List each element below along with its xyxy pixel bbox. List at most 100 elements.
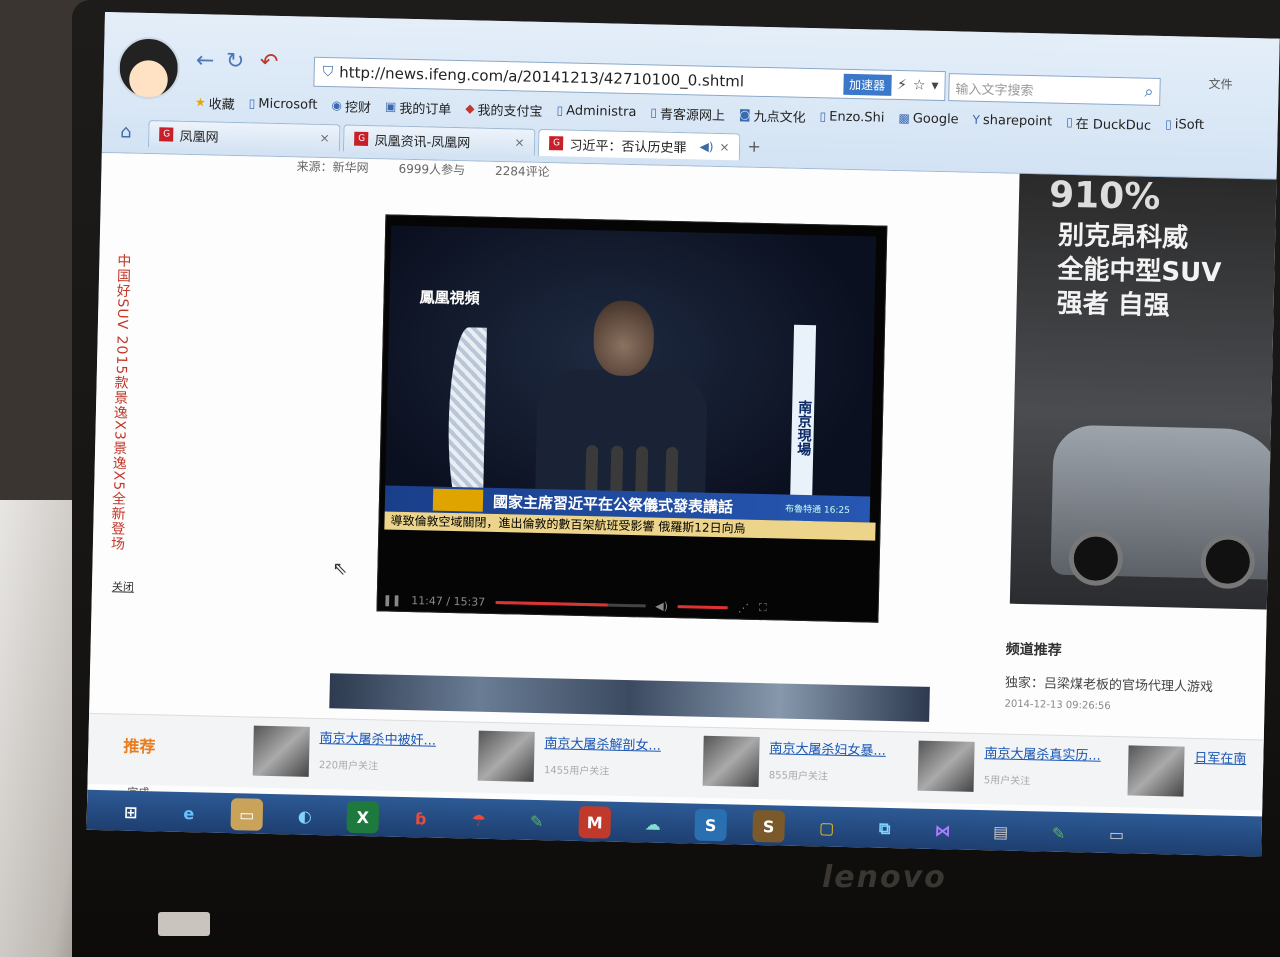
umbrella-icon[interactable]: ☂ bbox=[462, 803, 495, 836]
close-icon[interactable]: × bbox=[319, 131, 329, 145]
excel-icon[interactable]: X bbox=[346, 800, 380, 834]
recommend-item[interactable]: 日军在南 bbox=[1127, 745, 1247, 798]
terminal-icon[interactable]: ▭ bbox=[1100, 818, 1133, 851]
article-source: 来源：新华网 bbox=[296, 159, 369, 176]
alipay-icon: ◆ bbox=[465, 101, 475, 116]
ad-top-text: 910% bbox=[1048, 174, 1161, 218]
bookmark-item[interactable]: ▯ Enzo.Shi bbox=[819, 109, 884, 125]
car-image bbox=[1050, 424, 1280, 590]
close-icon[interactable]: × bbox=[719, 140, 729, 154]
fullscreen-icon[interactable]: ⛶ bbox=[759, 601, 767, 615]
share-icon[interactable]: ⋰ bbox=[738, 601, 749, 614]
channel-recommend-link[interactable]: 独家：吕梁煤老板的官场代理人游戏 bbox=[1005, 672, 1213, 696]
bookmark-item[interactable]: ▩ Google bbox=[898, 111, 959, 127]
recommend-thumb bbox=[702, 735, 760, 788]
location-banner: 南京現場 bbox=[789, 324, 817, 524]
video-player[interactable]: 鳳凰視頻 南京現場 國家主席習近平在公祭儀式發表講話 布魯特通 16:25 導致… bbox=[376, 214, 888, 623]
start-icon[interactable]: ⊞ bbox=[115, 795, 148, 828]
recommend-item[interactable]: 南京大屠杀中被奸... 220用户关注 bbox=[252, 725, 436, 780]
refresh-icon[interactable]: ↻ bbox=[226, 49, 245, 74]
recommend-thumb bbox=[1127, 745, 1185, 797]
bookmark-item[interactable]: ▯ 青客源网上 bbox=[650, 103, 725, 123]
bookmark-item[interactable]: Ysharepoint bbox=[972, 112, 1052, 129]
cmb-icon[interactable]: M bbox=[578, 805, 612, 839]
page-icon: ▯ bbox=[819, 109, 827, 124]
volume-icon[interactable]: ◀) bbox=[655, 599, 668, 612]
pc-icon[interactable]: ▤ bbox=[984, 815, 1017, 848]
buick-ad[interactable]: 910% 别克昂科威 全能中型SUV 强者 自强 bbox=[1009, 173, 1280, 610]
tab-active-article[interactable]: G 习近平：否认历史罪 ◀) × bbox=[538, 128, 741, 161]
bookmark-item[interactable]: ◆ 我的支付宝 bbox=[465, 99, 543, 119]
laptop-hinge bbox=[158, 912, 210, 936]
page-icon: ▯ bbox=[248, 96, 256, 111]
progress-fill bbox=[495, 600, 608, 607]
bookmark-item[interactable]: ◙ 九点文化 bbox=[739, 105, 806, 125]
star-icon[interactable]: ☆ bbox=[913, 77, 926, 93]
file-menu[interactable]: 文件 bbox=[1208, 75, 1232, 93]
url-text[interactable]: http://news.ifeng.com/a/20141213/4271010… bbox=[339, 63, 843, 92]
recommend-item[interactable]: 南京大屠杀妇女暴... 855用户关注 bbox=[702, 735, 886, 790]
video-logo: 鳳凰視頻 bbox=[419, 288, 480, 308]
bookmark-item[interactable]: ▣ 我的订单 bbox=[384, 97, 452, 117]
time-display: 11:47 / 15:37 bbox=[411, 593, 486, 609]
bookmark-item[interactable]: ▯ iSoft bbox=[1165, 117, 1204, 133]
recommend-item[interactable]: 南京大屠杀真实历... 5用户关注 bbox=[917, 740, 1101, 795]
recommend-item[interactable]: 南京大屠杀解剖女... 1455用户关注 bbox=[477, 730, 661, 785]
bookmark-item[interactable]: ◉ 挖财 bbox=[331, 96, 371, 115]
dropdown-icon[interactable]: ▾ bbox=[931, 78, 938, 94]
evernote-icon[interactable]: ✎ bbox=[1042, 816, 1075, 849]
visual-studio-icon[interactable]: ⋈ bbox=[926, 814, 959, 847]
home-icon[interactable]: ⌂ bbox=[120, 121, 132, 142]
folder-icon[interactable]: ▭ bbox=[230, 798, 264, 831]
bookmark-item[interactable]: ★ 收藏 bbox=[194, 93, 235, 112]
bookmark-item[interactable]: ▯ 在 DuckDuc bbox=[1066, 112, 1151, 133]
ie-icon[interactable]: e bbox=[172, 797, 205, 830]
skype-icon[interactable]: S bbox=[694, 808, 728, 842]
wacai-icon: ◉ bbox=[331, 98, 343, 113]
bookmark-item[interactable]: ▯ Microsoft bbox=[248, 96, 318, 112]
network-icon[interactable]: ⧉ bbox=[868, 813, 901, 846]
channel-recommend-date: 2014-12-13 09:26:56 bbox=[1004, 698, 1111, 712]
close-icon[interactable]: × bbox=[514, 135, 524, 149]
audio-icon[interactable]: ◀) bbox=[699, 140, 713, 154]
web-page: 来源：新华网 6999人参与 2284评论 中国好SUV 2015款景逸X3景逸… bbox=[86, 152, 1280, 857]
tab-ifeng-news[interactable]: G 凤凰资讯-凤凰网 × bbox=[343, 124, 536, 156]
accelerator-button[interactable]: 加速器 bbox=[842, 73, 892, 96]
back-icon[interactable]: ← bbox=[196, 48, 215, 73]
search-input[interactable]: 输入文字搜索 bbox=[949, 78, 1144, 101]
lightning-icon[interactable]: ⚡ bbox=[897, 77, 907, 93]
evernote-icon[interactable]: ✎ bbox=[520, 805, 553, 838]
user-avatar[interactable] bbox=[117, 36, 181, 100]
side-ad-text[interactable]: 中国好SUV 2015款景逸X3景逸X5全新登场 bbox=[105, 253, 134, 551]
slides-icon[interactable]: S bbox=[752, 809, 786, 843]
search-icon[interactable]: ⌕ bbox=[1144, 82, 1159, 102]
sharepoint-icon: Y bbox=[972, 112, 981, 127]
browser-icon[interactable]: ◐ bbox=[288, 799, 321, 832]
progress-bar[interactable] bbox=[495, 600, 646, 607]
star-icon: ★ bbox=[194, 95, 206, 110]
lenovo-logo: lenovo bbox=[822, 860, 947, 895]
cloud-icon[interactable]: ☁ bbox=[636, 807, 669, 840]
tab-ifeng[interactable]: G 凤凰网 × bbox=[148, 120, 341, 152]
new-tab-button[interactable]: + bbox=[747, 136, 761, 155]
undo-icon[interactable]: ↶ bbox=[260, 50, 279, 75]
participant-count[interactable]: 6999人参与 bbox=[398, 160, 465, 179]
recommend-thumb bbox=[252, 725, 310, 777]
mouse-cursor-icon: ⇖ bbox=[332, 558, 348, 580]
side-ad-close[interactable]: 关闭 bbox=[112, 578, 134, 594]
browser-chrome: ← ↻ ↶ ⛉ http://news.ifeng.com/a/20141213… bbox=[101, 12, 1280, 180]
order-icon: ▣ bbox=[384, 99, 397, 114]
pause-icon[interactable]: ❚❚ bbox=[383, 593, 402, 606]
ad-line-3: 强者 自强 bbox=[1056, 288, 1171, 322]
comment-count[interactable]: 2284评论 bbox=[495, 162, 550, 180]
weibo-icon[interactable]: ɓ bbox=[404, 802, 437, 835]
channel-recommend-title: 频道推荐 bbox=[1005, 641, 1062, 659]
image-banner[interactable] bbox=[329, 673, 930, 722]
frame-icon[interactable]: ▢ bbox=[810, 811, 843, 844]
volume-slider[interactable] bbox=[677, 604, 729, 609]
bookmark-item[interactable]: ▯ Administra bbox=[556, 103, 636, 120]
video-headline: 國家主席習近平在公祭儀式發表講話 bbox=[492, 492, 734, 516]
page-icon: ▯ bbox=[650, 105, 658, 120]
laptop-screen: ← ↻ ↶ ⛉ http://news.ifeng.com/a/20141213… bbox=[86, 12, 1280, 857]
search-box[interactable]: 输入文字搜索 ⌕ bbox=[948, 73, 1161, 106]
